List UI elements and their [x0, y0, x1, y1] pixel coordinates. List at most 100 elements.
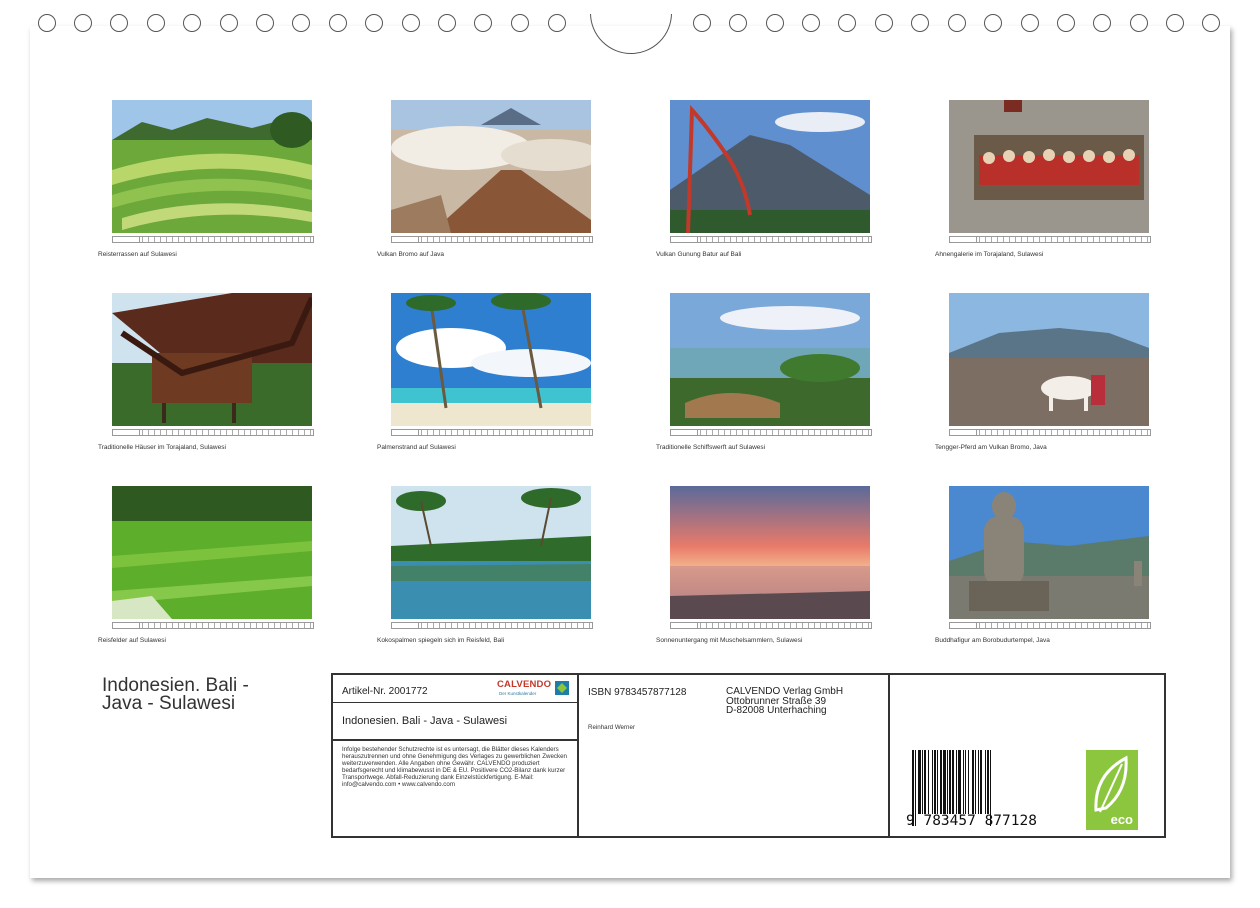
month-photo	[391, 486, 591, 619]
binding-hole	[766, 14, 784, 32]
binding-holes	[0, 14, 1260, 54]
book-title: Indonesien. Bali - Java - Sulawesi	[342, 715, 508, 727]
month-photo	[670, 486, 870, 619]
barcode-bar	[965, 750, 966, 814]
barcode-bar	[975, 750, 976, 814]
month-tile: Vulkan Bromo auf Java	[377, 100, 593, 258]
barcode-bar	[949, 750, 951, 814]
month-tile: Reisterrassen auf Sulawesi	[98, 100, 314, 258]
photo-caption: Kokospalmen spiegeln sich im Reisfeld, B…	[377, 637, 505, 644]
month-photo	[949, 100, 1149, 233]
barcode-bar	[918, 750, 921, 814]
photo-caption: Tengger-Pferd am Vulkan Bromo, Java	[935, 444, 1047, 451]
calendar-title-line2: Java - Sulawesi	[102, 693, 236, 714]
month-tile: Kokospalmen spiegeln sich im Reisfeld, B…	[377, 486, 593, 644]
month-photo	[112, 100, 312, 233]
eco-label: eco	[1110, 812, 1133, 827]
calvendo-logo: CALVENDO Der Kunstkalender	[497, 679, 569, 699]
barcode-bar	[932, 750, 933, 814]
photo-caption: Traditionelle Häuser im Torajaland, Sula…	[98, 444, 226, 451]
month-tile: Reisfelder auf Sulawesi	[98, 486, 314, 644]
month-photo	[670, 100, 870, 233]
month-photo	[112, 486, 312, 619]
legal-notice: Infolge bestehender Schutzrechte ist es …	[342, 746, 567, 788]
day-grid	[112, 236, 314, 243]
day-grid	[949, 429, 1151, 436]
photo-caption: Traditionelle Schiffswerft auf Sulawesi	[656, 444, 766, 451]
binding-hole	[183, 14, 201, 32]
month-tile: Vulkan Gunung Batur auf Bali	[656, 100, 872, 258]
day-grid	[949, 236, 1151, 243]
photo-caption: Buddhafigur am Borobudurtempel, Java	[935, 637, 1050, 644]
day-grid	[391, 236, 593, 243]
binding-hole	[256, 14, 274, 32]
photo-caption: Palmenstrand auf Sulawesi	[377, 444, 456, 451]
day-grid	[949, 622, 1151, 629]
binding-hole	[1130, 14, 1148, 32]
day-grid	[112, 429, 314, 436]
binding-hole	[911, 14, 929, 32]
binding-hole	[1093, 14, 1111, 32]
month-tile: Palmenstrand auf Sulawesi	[377, 293, 593, 451]
binding-hole	[38, 14, 56, 32]
binding-hole	[1021, 14, 1039, 32]
info-column-left: Artikel-Nr. 2001772 CALVENDO Der Kunstka…	[333, 675, 579, 836]
barcode-bar	[937, 750, 938, 814]
barcode-digits: 9 783457 877128	[906, 813, 1037, 829]
binding-hole	[365, 14, 383, 32]
calendar-title: Indonesien. Bali - Java - Sulawesi	[102, 676, 322, 714]
photo-caption: Ahnengalerie im Torajaland, Sulawesi	[935, 251, 1044, 258]
barcode-bar	[928, 750, 929, 814]
product-info-box: Artikel-Nr. 2001772 CALVENDO Der Kunstka…	[331, 673, 1166, 838]
barcode-bar	[972, 750, 974, 814]
barcode-bar	[940, 750, 942, 814]
barcode-bar	[968, 750, 969, 814]
binding-hole	[511, 14, 529, 32]
barcode-bar	[943, 750, 946, 814]
photo-caption: Reisterrassen auf Sulawesi	[98, 251, 177, 258]
barcode-bar	[980, 750, 982, 814]
month-photo	[391, 100, 591, 233]
month-photo	[949, 486, 1149, 619]
binding-hole	[110, 14, 128, 32]
binding-hole	[802, 14, 820, 32]
binding-hole	[1166, 14, 1184, 32]
photo-caption: Sonnenuntergang mit Muschelsammlern, Sul…	[656, 637, 803, 644]
barcode-bar	[922, 750, 923, 814]
month-photo	[670, 293, 870, 426]
binding-hole	[948, 14, 966, 32]
binding-hole	[74, 14, 92, 32]
photo-caption: Vulkan Bromo auf Java	[377, 251, 444, 258]
hanger-cutout	[590, 14, 672, 86]
day-grid	[670, 236, 872, 243]
barcode-bar	[947, 750, 948, 814]
binding-hole	[875, 14, 893, 32]
binding-hole	[474, 14, 492, 32]
month-tile: Buddhafigur am Borobudurtempel, Java	[935, 486, 1151, 644]
binding-hole	[693, 14, 711, 32]
barcode-bar	[985, 750, 986, 814]
binding-hole	[838, 14, 856, 32]
binding-hole	[147, 14, 165, 32]
binding-hole	[220, 14, 238, 32]
barcode-bar	[952, 750, 954, 814]
month-photo	[949, 293, 1149, 426]
info-column-middle: ISBN 9783457877128 Reinhard Werner CALVE…	[579, 675, 890, 836]
barcode-bar	[956, 750, 957, 814]
day-grid	[670, 429, 872, 436]
binding-hole	[729, 14, 747, 32]
binding-hole	[984, 14, 1002, 32]
photo-caption: Reisfelder auf Sulawesi	[98, 637, 166, 644]
day-grid	[391, 429, 593, 436]
binding-hole	[1202, 14, 1220, 32]
binding-hole	[292, 14, 310, 32]
day-grid	[670, 622, 872, 629]
month-tile: Tengger-Pferd am Vulkan Bromo, Java	[935, 293, 1151, 451]
month-tile: Sonnenuntergang mit Muschelsammlern, Sul…	[656, 486, 872, 644]
eco-badge: eco	[1086, 750, 1138, 830]
month-tile: Traditionelle Schiffswerft auf Sulawesi	[656, 293, 872, 451]
month-photo	[391, 293, 591, 426]
isbn: ISBN 9783457877128	[588, 687, 687, 698]
month-tile: Traditionelle Häuser im Torajaland, Sula…	[98, 293, 314, 451]
photo-caption: Vulkan Gunung Batur auf Bali	[656, 251, 742, 258]
